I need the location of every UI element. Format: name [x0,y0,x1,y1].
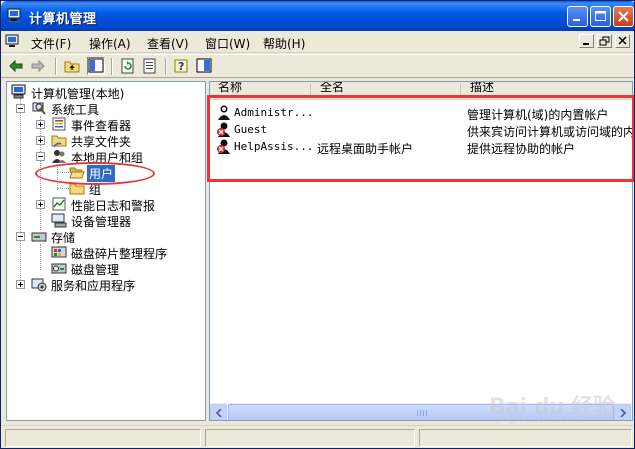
expand-toggle-icon[interactable] [36,120,45,129]
menu-view[interactable]: 查看(V) [147,35,189,52]
disk-management-icon [51,260,67,276]
tree-item-shared-folders[interactable]: 共享文件夹 [9,132,205,149]
tree-item-disk-management[interactable]: 磁盘管理 [9,260,205,277]
event-viewer-icon [51,116,67,132]
storage-icon [31,228,47,244]
menu-bar: 文件(F) 操作(A) 查看(V) 窗口(W) 帮助(H) [1,31,634,53]
export-list-icon[interactable] [141,57,159,75]
annotation-highlight-box [207,95,634,182]
status-bar [1,425,634,448]
app-system-menu-icon[interactable] [5,34,21,52]
help-icon[interactable]: ? [173,57,191,75]
refresh-icon[interactable] [119,57,137,75]
computer-management-window: 计算机管理 文件(F) 操作(A) 查看(V) 窗口(W) 帮助(H) ? 计算… [0,0,635,449]
forward-icon[interactable] [29,57,47,75]
scroll-left-button[interactable] [210,404,227,420]
expand-toggle-icon[interactable] [36,200,45,209]
close-button[interactable] [613,6,634,27]
system-tools-icon [31,100,47,116]
toolbar: ? [1,54,634,78]
status-panel [419,429,632,447]
performance-logs-icon [51,196,67,212]
expand-toggle-icon[interactable] [36,136,45,145]
column-header-full-name[interactable]: 全名 [320,82,344,96]
tree-item-computer-management[interactable]: 计算机管理(本地) [9,84,205,101]
menu-file[interactable]: 文件(F) [31,35,71,52]
toolbar-separator [165,58,167,75]
baidu-watermark-logo: Bai du 经验 jingyan.baidu.com [489,389,629,429]
tree-item-defrag[interactable]: 磁盘碎片整理程序 [9,244,205,261]
annotation-highlight-ellipse [35,162,155,185]
column-header-name[interactable]: 名称 [218,82,242,96]
computer-management-icon [11,84,27,100]
watermark-url: jingyan.baidu.com [497,415,581,425]
minimize-button[interactable] [567,6,588,27]
menu-help[interactable]: 帮助(H) [263,35,305,52]
action-pane-icon[interactable] [195,57,213,75]
local-users-icon [51,148,67,164]
tree-item-event-viewer[interactable]: 事件查看器 [9,116,205,133]
tree-label: 服务和应用程序 [51,279,136,293]
expand-toggle-icon[interactable] [16,280,25,289]
menu-window[interactable]: 窗口(W) [205,35,250,52]
collapse-toggle-icon[interactable] [16,104,25,113]
toolbar-separator [111,58,113,75]
title-bar[interactable]: 计算机管理 [1,1,634,31]
tree-item-storage[interactable]: 存储 [9,228,205,245]
window-title: 计算机管理 [29,12,97,27]
svg-text:?: ? [178,60,184,73]
collapse-toggle-icon[interactable] [36,152,45,161]
column-header-description[interactable]: 描述 [470,82,494,96]
show-tree-icon[interactable] [87,57,105,75]
back-icon[interactable] [7,57,25,75]
collapse-toggle-icon[interactable] [16,232,25,241]
console-tree-pane: 计算机管理(本地) 系统工具 事件查看器 共享文件夹 本地用户和组 用户 组 性… [6,81,206,421]
child-close-button[interactable] [615,34,630,48]
services-applications-icon [31,276,47,292]
device-manager-icon [51,212,67,228]
menu-action[interactable]: 操作(A) [89,35,131,52]
tree-item-perf-logs[interactable]: 性能日志和警报 [9,196,205,213]
status-panel [205,429,415,447]
up-folder-icon[interactable] [63,57,81,75]
child-restore-button[interactable] [597,34,612,48]
computer-management-icon [7,8,23,23]
shared-folder-icon [51,132,67,148]
toolbar-separator [55,58,57,75]
tree-item-system-tools[interactable]: 系统工具 [9,100,205,117]
tree-item-device-manager[interactable]: 设备管理器 [9,212,205,229]
tree-item-services-apps[interactable]: 服务和应用程序 [9,276,205,293]
child-minimize-button[interactable] [579,34,594,48]
maximize-button[interactable] [590,6,611,27]
defrag-icon [51,244,67,260]
status-panel [5,429,201,447]
